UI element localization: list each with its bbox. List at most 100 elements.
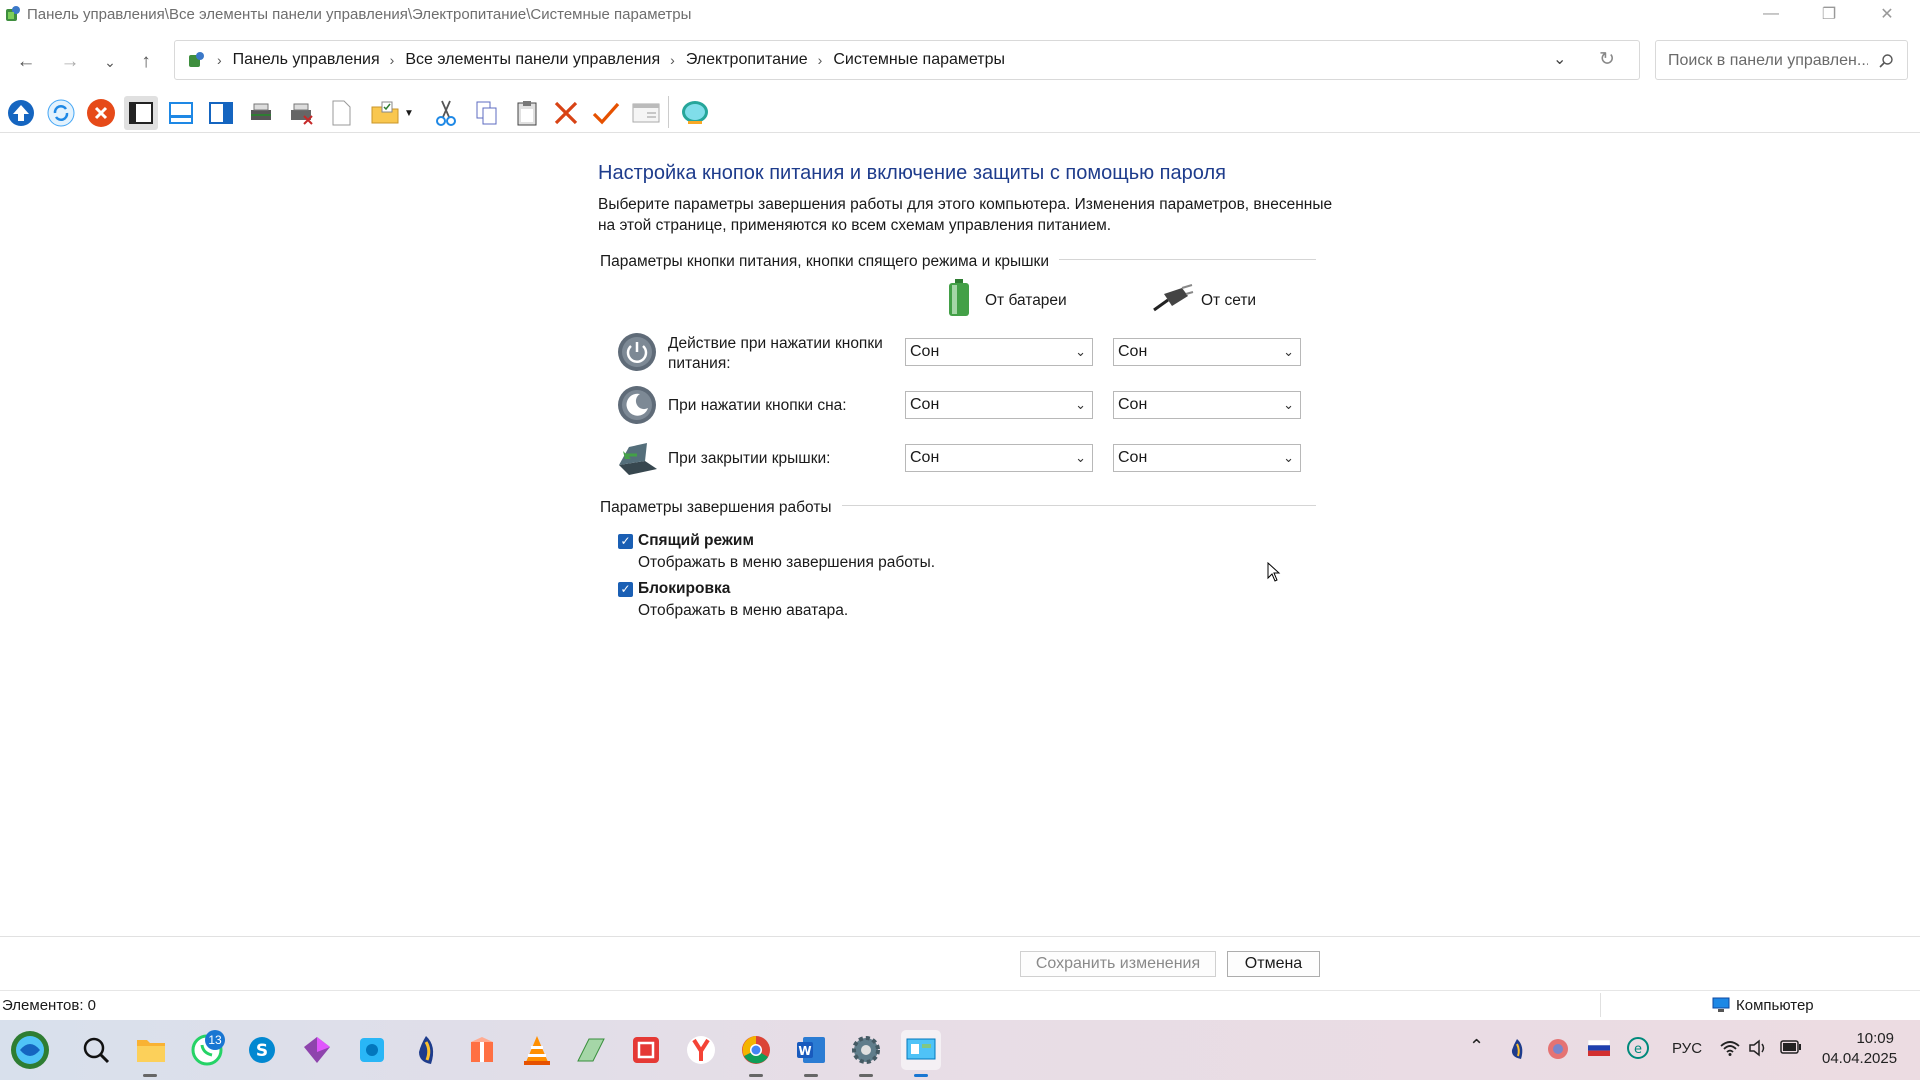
- lid-close-plugged-select[interactable]: Сон ⌄: [1113, 444, 1301, 472]
- skype-icon[interactable]: S: [242, 1030, 282, 1070]
- restore-button[interactable]: ❐: [1800, 0, 1858, 28]
- up-level-icon[interactable]: [4, 96, 38, 130]
- paste-icon[interactable]: [510, 96, 544, 130]
- stop-icon[interactable]: [84, 96, 118, 130]
- chevron-right-icon[interactable]: ›: [390, 52, 395, 68]
- new-document-icon[interactable]: [324, 96, 358, 130]
- vlc-icon[interactable]: [517, 1030, 557, 1070]
- svg-text:W: W: [798, 1044, 811, 1058]
- column-battery: От батареи: [985, 292, 1067, 309]
- flag-russia-icon[interactable]: [1588, 1040, 1610, 1056]
- chevron-right-icon[interactable]: ›: [670, 52, 675, 68]
- recent-locations-icon[interactable]: ⌄: [96, 48, 124, 76]
- app-puzzle-icon[interactable]: [352, 1030, 392, 1070]
- running-indicator: [859, 1074, 873, 1077]
- laptop-lid-icon: [619, 443, 657, 475]
- up-arrow-icon[interactable]: ↑: [132, 48, 160, 76]
- breadcrumb-system-settings[interactable]: Системные параметры: [833, 51, 1005, 69]
- lid-close-battery-select[interactable]: Сон ⌄: [905, 444, 1093, 472]
- sleep-button-battery-select[interactable]: Сон ⌄: [905, 391, 1093, 419]
- chevron-down-icon: ⌄: [1075, 450, 1086, 465]
- pane-bottom-icon[interactable]: [164, 96, 198, 130]
- app-flame-icon[interactable]: [406, 1030, 446, 1070]
- checkmark-icon[interactable]: [589, 96, 623, 130]
- chrome-icon[interactable]: [736, 1030, 776, 1070]
- forward-arrow-icon[interactable]: →: [56, 48, 84, 76]
- breadcrumb-all-items[interactable]: Все элементы панели управления: [405, 51, 660, 69]
- pane-right-icon[interactable]: [204, 96, 238, 130]
- copy-icon[interactable]: [470, 96, 504, 130]
- start-button-icon[interactable]: [10, 1030, 50, 1070]
- pane-left-icon[interactable]: [124, 96, 158, 130]
- running-indicator: [804, 1074, 818, 1077]
- folder-options-icon[interactable]: [368, 96, 402, 130]
- chevron-down-icon: ⌄: [1075, 344, 1086, 359]
- status-bar: Элементов: 0 Компьютер: [0, 990, 1920, 1019]
- tray-e-icon[interactable]: e: [1627, 1037, 1649, 1059]
- cancel-button[interactable]: Отмена: [1227, 951, 1320, 977]
- back-arrow-icon[interactable]: ←: [12, 48, 40, 76]
- address-bar[interactable]: › Панель управления › Все элементы панел…: [174, 40, 1640, 80]
- app-package-icon[interactable]: [462, 1030, 502, 1070]
- search-icon[interactable]: [1878, 53, 1894, 69]
- sleep-mode-checkbox[interactable]: ✓: [618, 534, 633, 549]
- volume-icon[interactable]: [1748, 1039, 1768, 1057]
- refresh-icon[interactable]: ↻: [1599, 48, 1615, 71]
- cut-icon[interactable]: [429, 96, 463, 130]
- breadcrumb: › Панель управления › Все элементы панел…: [187, 41, 1005, 79]
- chevron-down-icon: ⌄: [1283, 344, 1294, 359]
- status-location: Компьютер: [1736, 997, 1814, 1014]
- lock-title[interactable]: Блокировка: [638, 580, 730, 598]
- input-language[interactable]: РУС: [1672, 1040, 1702, 1057]
- tray-app-icon[interactable]: [1547, 1038, 1569, 1060]
- save-changes-button[interactable]: Сохранить изменения: [1020, 951, 1216, 977]
- sleep-mode-title[interactable]: Спящий режим: [638, 532, 754, 550]
- refresh-toolbar-icon[interactable]: [44, 96, 78, 130]
- sleep-button-plugged-select[interactable]: Сон ⌄: [1113, 391, 1301, 419]
- properties-icon[interactable]: [629, 96, 663, 130]
- word-icon[interactable]: W: [791, 1030, 831, 1070]
- globe-icon[interactable]: [678, 96, 712, 130]
- chevron-down-icon: ⌄: [1283, 397, 1294, 412]
- lid-close-action-label: При закрытии крышки:: [668, 450, 831, 467]
- computer-icon: [1712, 997, 1730, 1012]
- settings-gear-icon[interactable]: [846, 1030, 886, 1070]
- chevron-up-icon[interactable]: ⌃: [1469, 1036, 1484, 1057]
- search-input[interactable]: [1666, 49, 1870, 73]
- breadcrumb-control-panel[interactable]: Панель управления: [233, 51, 380, 69]
- delete-icon[interactable]: [549, 96, 583, 130]
- control-panel-taskbar-icon[interactable]: [901, 1030, 941, 1070]
- file-explorer-icon[interactable]: [131, 1030, 171, 1070]
- clock-date[interactable]: 04.04.2025: [1822, 1050, 1897, 1067]
- yandex-browser-icon[interactable]: [681, 1030, 721, 1070]
- search-taskbar-icon[interactable]: [76, 1030, 116, 1070]
- lock-checkbox[interactable]: ✓: [618, 582, 633, 597]
- item-count: Элементов: 0: [2, 997, 97, 1014]
- power-button-battery-select[interactable]: Сон ⌄: [905, 338, 1093, 366]
- clock-time[interactable]: 10:09: [1836, 1030, 1894, 1047]
- dialog-buttons: Сохранить изменения Отмена: [0, 936, 1920, 991]
- notification-badge: 13: [205, 1030, 225, 1050]
- page-title: Настройка кнопок питания и включение защ…: [598, 162, 1226, 184]
- tray-flame-icon[interactable]: [1508, 1038, 1526, 1060]
- app-eraser-icon[interactable]: [571, 1030, 611, 1070]
- chevron-right-icon[interactable]: ›: [818, 52, 823, 68]
- toolbar: ▼: [0, 94, 1920, 133]
- power-button-plugged-select[interactable]: Сон ⌄: [1113, 338, 1301, 366]
- svg-text:S: S: [256, 1041, 268, 1061]
- printer-icon[interactable]: [244, 96, 278, 130]
- select-value: Сон: [1118, 343, 1148, 360]
- wifi-icon[interactable]: [1720, 1040, 1740, 1056]
- minimize-button[interactable]: —: [1742, 0, 1800, 28]
- address-dropdown-icon[interactable]: ⌄: [1553, 49, 1566, 69]
- mouse-cursor-icon: [1267, 562, 1281, 582]
- dropdown-arrow-icon[interactable]: ▼: [402, 96, 416, 130]
- toolbar-divider: [668, 96, 669, 128]
- battery-tray-icon[interactable]: [1780, 1040, 1802, 1054]
- search-box[interactable]: [1655, 40, 1908, 80]
- close-window-button[interactable]: ✕: [1858, 0, 1916, 28]
- app-frame-icon[interactable]: [626, 1030, 666, 1070]
- printer-delete-icon[interactable]: [284, 96, 318, 130]
- app-gem-icon[interactable]: [297, 1030, 337, 1070]
- breadcrumb-power-options[interactable]: Электропитание: [686, 51, 808, 69]
